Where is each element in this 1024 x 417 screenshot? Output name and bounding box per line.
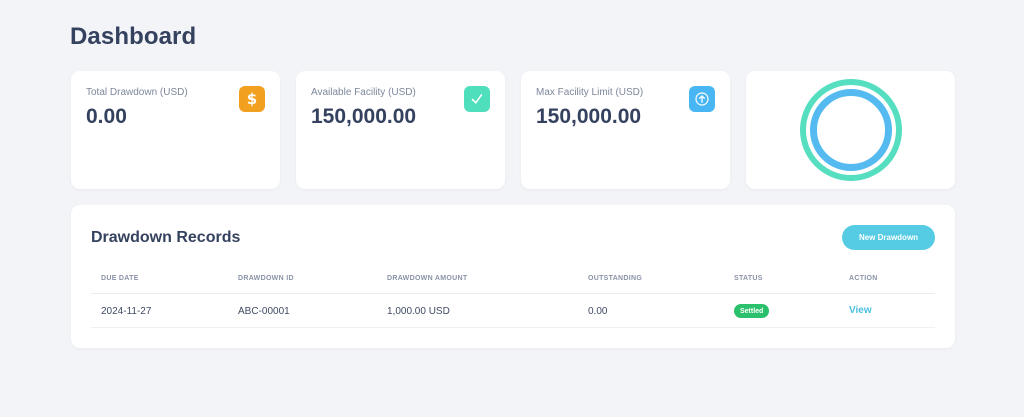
card-label: Max Facility Limit (USD) (536, 87, 644, 98)
table-row: 2024-11-27 ABC-00001 1,000.00 USD 0.00 S… (91, 295, 935, 328)
records-title: Drawdown Records (91, 229, 241, 246)
drawdown-id-cell: ABC-00001 (238, 306, 290, 317)
dashboard-page: Dashboard Total Drawdown (USD) 0.00 $ Av… (0, 0, 1024, 417)
column-header: STATUS (734, 275, 763, 282)
card-value: 150,000.00 (536, 105, 642, 128)
column-header: DUE DATE (101, 275, 139, 282)
table-header: DUE DATE DRAWDOWN ID DRAWDOWN AMOUNT OUT… (91, 267, 935, 294)
drawdown-records-panel: Drawdown Records New Drawdown DUE DATE D… (71, 205, 955, 348)
ring-chart (746, 71, 955, 189)
card-value: 150,000.00 (311, 105, 417, 128)
column-header: DRAWDOWN AMOUNT (387, 275, 468, 282)
arrow-up-icon (689, 86, 715, 112)
ring-outer (799, 79, 902, 181)
card-label: Available Facility (USD) (311, 87, 416, 98)
available-facility-card: Available Facility (USD) 150,000.00 (296, 71, 505, 189)
check-icon (464, 86, 490, 112)
max-facility-limit-card: Max Facility Limit (USD) 150,000.00 (521, 71, 730, 189)
page-title: Dashboard (70, 23, 197, 50)
facility-ring-card (746, 71, 955, 189)
due-date-cell: 2024-11-27 (101, 306, 152, 317)
card-label: Total Drawdown (USD) (86, 87, 188, 98)
ring-inner (809, 89, 892, 171)
status-badge: Settled (734, 304, 770, 318)
new-drawdown-button[interactable]: New Drawdown (842, 225, 935, 250)
total-drawdown-card: Total Drawdown (USD) 0.00 $ (71, 71, 280, 189)
column-header: OUTSTANDING (588, 275, 643, 282)
svg-text:$: $ (247, 91, 257, 107)
column-header: ACTION (849, 275, 878, 282)
amount-cell: 1,000.00 USD (387, 306, 450, 317)
column-header: DRAWDOWN ID (238, 275, 294, 282)
dollar-icon: $ (239, 86, 265, 112)
card-value: 0.00 (86, 105, 127, 128)
view-link[interactable]: View (849, 305, 872, 316)
outstanding-cell: 0.00 (588, 306, 608, 317)
